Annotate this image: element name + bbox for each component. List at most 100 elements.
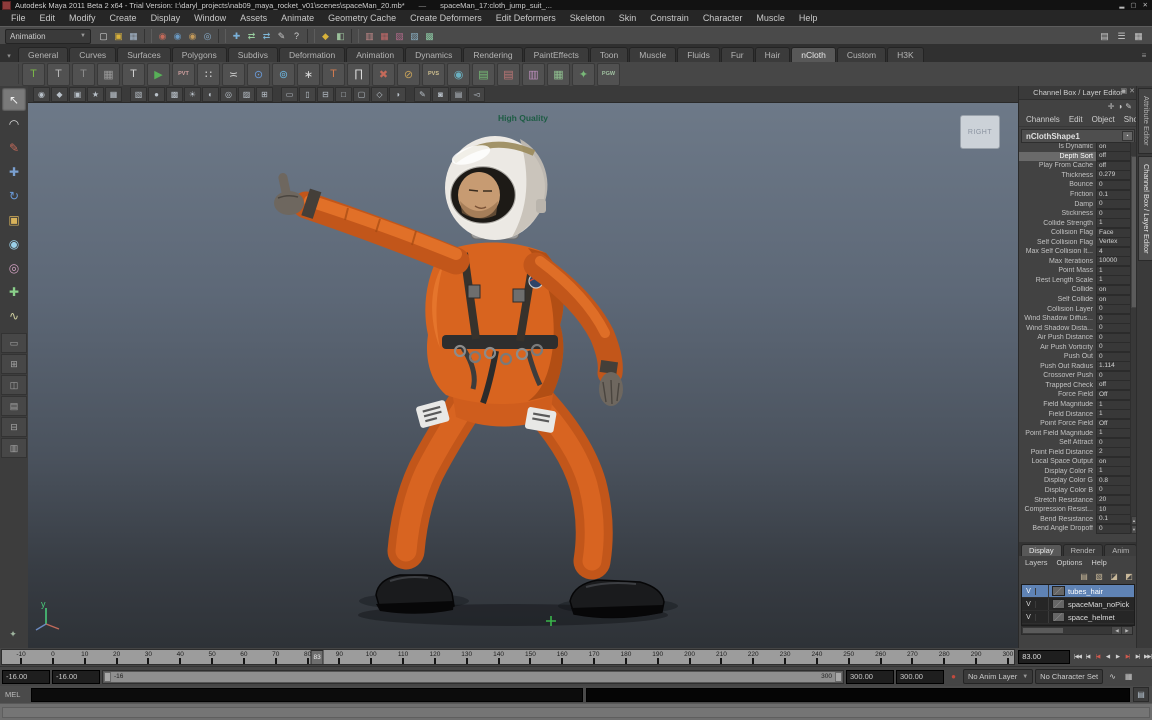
create-passive-collider-icon[interactable]: T xyxy=(47,63,70,86)
channel-speed-icon[interactable]: ◑ xyxy=(1117,102,1122,111)
channel-row-max-iterations[interactable]: Max Iterations10000 xyxy=(1019,257,1131,267)
new-scene-icon[interactable]: ▢ xyxy=(96,29,111,44)
close-panel-icon[interactable]: ✕ xyxy=(1129,87,1135,95)
group-divider[interactable] xyxy=(218,29,226,43)
channel-value-point-mass[interactable]: 1 xyxy=(1096,266,1131,276)
channel-row-self-collision-flag[interactable]: Self Collision FlagVertex xyxy=(1019,237,1131,247)
channel-value-display-color-b[interactable]: 0 xyxy=(1096,485,1131,495)
isolate-select-icon[interactable]: ◇ xyxy=(371,87,388,102)
layer-editor-tab-anim[interactable]: Anim xyxy=(1104,544,1137,556)
channel-row-self-collide[interactable]: Self Collideon xyxy=(1019,295,1131,305)
menu-item-help[interactable]: Help xyxy=(792,11,825,26)
menu-item-constrain[interactable]: Constrain xyxy=(643,11,696,26)
render-view-icon[interactable]: ▥ xyxy=(362,29,377,44)
channel-value-point-field-magnitude[interactable]: 1 xyxy=(1096,428,1131,438)
channel-row-friction[interactable]: Friction0.1 xyxy=(1019,190,1131,200)
channel-label-crossover-push[interactable]: Crossover Push xyxy=(1019,372,1096,379)
channel-value-bounce[interactable]: 0 xyxy=(1096,180,1131,190)
channel-row-stickiness[interactable]: Stickiness0 xyxy=(1019,209,1131,219)
channel-value-play-from-cache[interactable]: off xyxy=(1096,161,1131,171)
ipr-render-icon[interactable]: ▧ xyxy=(392,29,407,44)
step-back-frame-button[interactable]: |◀ xyxy=(1083,651,1092,664)
shelf-tab-fluids[interactable]: Fluids xyxy=(677,47,720,62)
soft-modification-tool[interactable]: ◎ xyxy=(2,256,26,279)
range-end-handle[interactable] xyxy=(835,672,842,682)
shelf-tab-deformation[interactable]: Deformation xyxy=(279,47,345,62)
channel-label-max-iterations[interactable]: Max Iterations xyxy=(1019,258,1096,265)
channel-row-is-dynamic[interactable]: Is Dynamicon xyxy=(1019,142,1131,152)
channel-value-friction[interactable]: 0.1 xyxy=(1096,190,1131,200)
group-divider[interactable] xyxy=(351,29,359,43)
channel-value-field-magnitude[interactable]: 1 xyxy=(1096,400,1131,410)
channel-row-thickness[interactable]: Thickness0.279 xyxy=(1019,171,1131,181)
layout-two-side-by-side[interactable]: ◫ xyxy=(1,375,27,395)
layer-type-box[interactable] xyxy=(1036,611,1049,623)
channel-value-air-push-distance[interactable]: 0 xyxy=(1096,333,1131,343)
panel-tab-attribute-editor[interactable]: Attribute Editor xyxy=(1138,88,1152,154)
snap-to-view-plane-icon[interactable]: ◎ xyxy=(200,29,215,44)
slide-on-surface-icon[interactable]: ⊚ xyxy=(272,63,295,86)
shelf-tab-surfaces[interactable]: Surfaces xyxy=(117,47,171,62)
viewport-3d-view[interactable]: High Quality RIGHT xyxy=(28,103,1018,648)
lasso-select-tool[interactable]: ◠ xyxy=(2,112,26,135)
panel-menu-icon[interactable]: ◅ xyxy=(468,87,485,102)
channel-label-field-distance[interactable]: Field Distance xyxy=(1019,411,1096,418)
animation-preferences-icon[interactable]: ▦ xyxy=(1121,670,1136,684)
channel-value-damp[interactable]: 0 xyxy=(1096,199,1131,209)
highlight-selection-icon[interactable]: ◧ xyxy=(333,29,348,44)
maximize-button[interactable]: ▢ xyxy=(1130,1,1136,9)
create-override-layer-icon[interactable]: ◩ xyxy=(1123,570,1135,582)
channel-value-stretch-resistance[interactable]: 20 xyxy=(1096,495,1131,505)
channel-label-point-mass[interactable]: Point Mass xyxy=(1019,267,1096,274)
layer-visibility-toggle[interactable]: V xyxy=(1022,601,1036,608)
layout-persp-outliner[interactable]: ▤ xyxy=(1,396,27,416)
channel-row-point-field-magnitude[interactable]: Point Field Magnitude1 xyxy=(1019,428,1131,438)
channel-row-air-push-distance[interactable]: Air Push Distance0 xyxy=(1019,333,1131,343)
channel-label-air-push-vorticity[interactable]: Air Push Vorticity xyxy=(1019,344,1096,351)
channel-value-point-force-field[interactable]: Off xyxy=(1096,419,1131,429)
layout-persp-graph[interactable]: ⊟ xyxy=(1,417,27,437)
channel-value-point-field-distance[interactable]: 2 xyxy=(1096,447,1131,457)
anim-layer-selector[interactable]: No Anim Layer ▼ xyxy=(963,669,1033,684)
shelf-tab-muscle[interactable]: Muscle xyxy=(629,47,676,62)
image-plane-icon[interactable]: ▦ xyxy=(105,87,122,102)
channel-value-rest-length-scale[interactable]: 1 xyxy=(1096,275,1131,285)
shelf-tab-custom[interactable]: Custom xyxy=(837,47,886,62)
layer-type-box[interactable] xyxy=(1036,585,1049,597)
layer-row-tubes-hair[interactable]: Vtubes_hair xyxy=(1022,585,1134,598)
group-divider[interactable] xyxy=(307,29,315,43)
channel-value-max-iterations[interactable]: 10000 xyxy=(1096,256,1131,266)
channel-row-depth-sort[interactable]: Depth Sortoff xyxy=(1019,152,1131,162)
safe-action-icon[interactable]: □ xyxy=(335,87,352,102)
menu-item-edit-deformers[interactable]: Edit Deformers xyxy=(489,11,563,26)
layer-color-swatch[interactable] xyxy=(1052,586,1065,596)
channel-row-field-magnitude[interactable]: Field Magnitude1 xyxy=(1019,400,1131,410)
lock-selection-icon[interactable]: ◆ xyxy=(318,29,333,44)
step-forward-key-button[interactable]: ▶| xyxy=(1123,651,1132,664)
close-button[interactable]: ✕ xyxy=(1143,1,1148,9)
channel-label-force-field[interactable]: Force Field xyxy=(1019,391,1096,398)
shelf-overflow-icon[interactable]: ≡ xyxy=(1136,48,1152,62)
channel-label-display-color-g[interactable]: Display Color G xyxy=(1019,477,1096,484)
auto-keyframe-icon[interactable]: ● xyxy=(946,670,961,684)
create-nconstraint-point-icon[interactable]: ∷ xyxy=(197,63,220,86)
paint-select-tool[interactable]: ✎ xyxy=(2,136,26,159)
attract-to-matching-mesh-icon[interactable]: ∏ xyxy=(347,63,370,86)
channel-label-point-field-distance[interactable]: Point Field Distance xyxy=(1019,449,1096,456)
layer-menu-help[interactable]: Help xyxy=(1087,558,1110,567)
render-current-frame-icon[interactable]: ▦ xyxy=(377,29,392,44)
scene-render-options-icon[interactable]: ▤ xyxy=(450,87,467,102)
channel-label-bend-angle-dropoff[interactable]: Bend Angle Dropoff xyxy=(1019,525,1096,532)
channel-label-bounce[interactable]: Bounce xyxy=(1019,181,1096,188)
menu-item-geometry-cache[interactable]: Geometry Cache xyxy=(321,11,403,26)
animation-end-field[interactable]: 300.00 xyxy=(896,670,944,684)
quick-help-icon[interactable]: ? xyxy=(289,29,304,44)
open-scene-icon[interactable]: ▣ xyxy=(111,29,126,44)
channel-row-stretch-resistance[interactable]: Stretch Resistance20 xyxy=(1019,495,1131,505)
shelf-tab-rendering[interactable]: Rendering xyxy=(463,47,522,62)
channel-value-crossover-push[interactable]: 0 xyxy=(1096,371,1131,381)
menu-item-skin[interactable]: Skin xyxy=(612,11,644,26)
channel-label-local-space-output[interactable]: Local Space Output xyxy=(1019,458,1096,465)
shelf-tab-ncloth[interactable]: nCloth xyxy=(791,47,836,62)
channel-box-menu-channels[interactable]: Channels xyxy=(1022,115,1064,124)
